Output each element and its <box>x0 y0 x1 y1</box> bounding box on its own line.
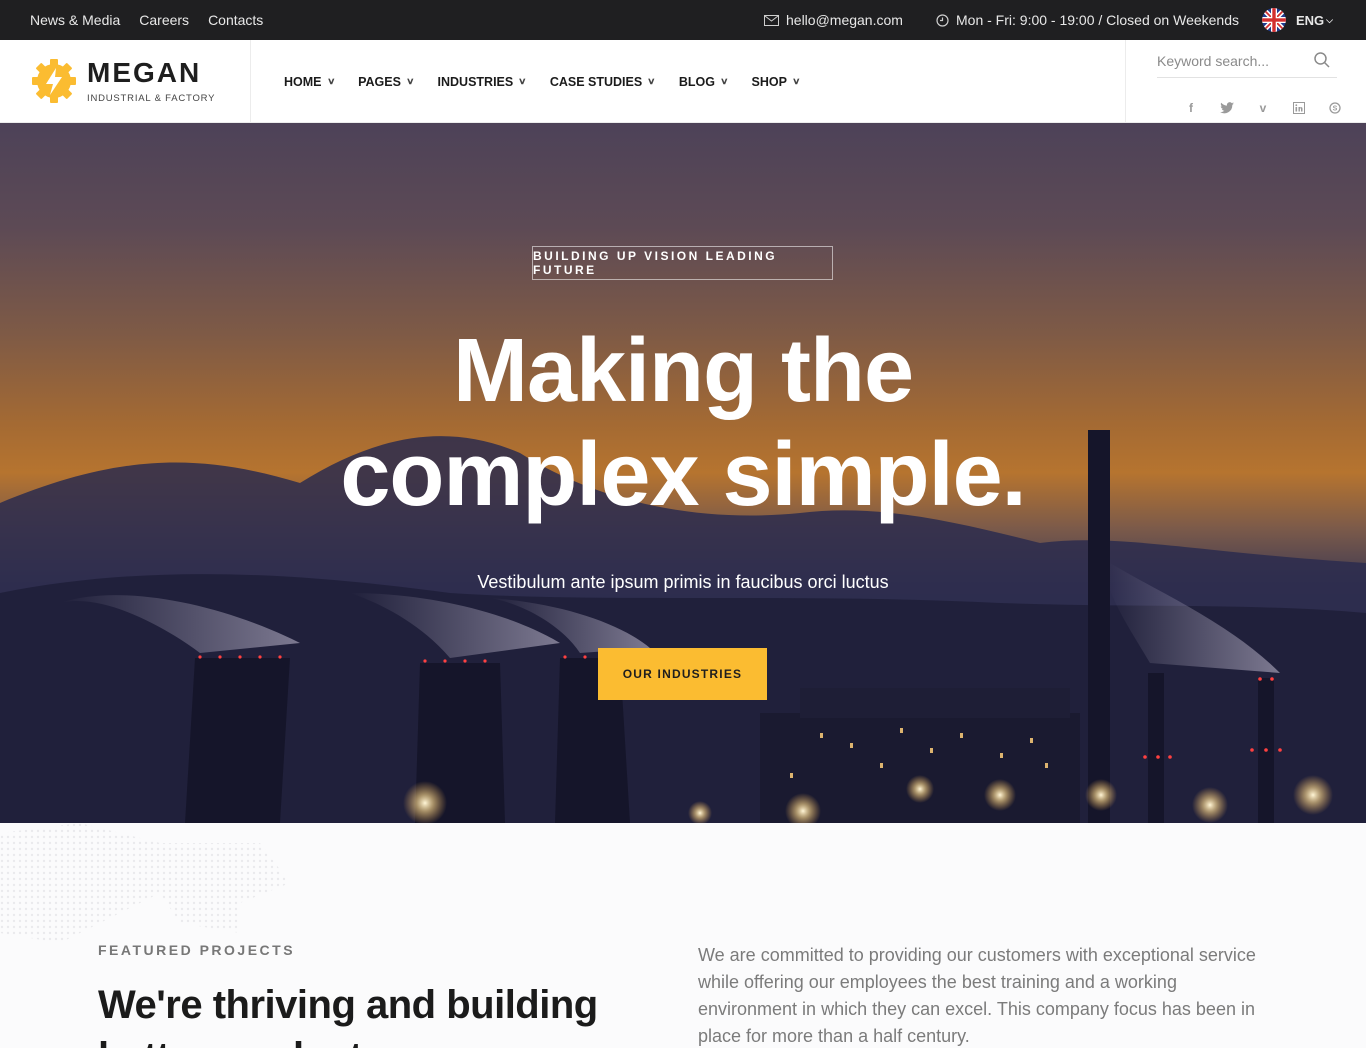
featured-heading: We're thriving and building better produ… <box>98 983 598 1048</box>
nav-item-home[interactable]: HOME ∨ <box>284 74 336 89</box>
linkedin-icon[interactable] <box>1290 100 1308 116</box>
nav-item-label: SHOP <box>751 74 787 89</box>
brand-name: MEGAN <box>87 57 202 88</box>
chevron-down-icon: ∨ <box>326 76 336 86</box>
chevron-down-icon: ∨ <box>518 76 527 86</box>
hero-title-line1: Making the <box>452 321 914 421</box>
chevron-down-icon: ∨ <box>719 76 729 86</box>
skype-icon[interactable]: S <box>1326 100 1344 116</box>
language-label[interactable]: ENG <box>1296 13 1324 28</box>
social-links: f v S <box>1182 100 1344 116</box>
featured-eyebrow: FEATURED PROJECTS <box>98 942 296 958</box>
nav-item-label: PAGES <box>358 74 401 89</box>
hero-banner: BUILDING UP VISION LEADING FUTURE Making… <box>0 123 1366 823</box>
dot-map-decoration <box>0 823 290 943</box>
top-hours: Mon - Fri: 9:00 - 19:00 / Closed on Week… <box>936 0 1239 40</box>
hero-badge: BUILDING UP VISION LEADING FUTURE <box>532 246 833 280</box>
svg-text:S: S <box>1333 106 1338 113</box>
featured-projects-section: FEATURED PROJECTS We're thriving and bui… <box>0 823 1366 1048</box>
language-selector[interactable]: ENG ⌵ <box>1262 0 1333 40</box>
main-header: MEGAN INDUSTRIAL & FACTORY HOME ∨ PAGES ∨ … <box>0 40 1366 123</box>
gear-bolt-logo-icon <box>32 59 76 103</box>
twitter-icon[interactable] <box>1218 100 1236 116</box>
uk-flag-icon <box>1262 8 1286 32</box>
nav-item-label: HOME <box>284 74 322 89</box>
nav-item-blog[interactable]: BLOG ∨ <box>678 74 729 89</box>
nav-item-industries[interactable]: INDUSTRIES ∨ <box>437 74 527 89</box>
featured-description: We are committed to providing our custom… <box>698 945 1256 1046</box>
chevron-down-icon: ∨ <box>791 76 801 86</box>
nav-item-label: INDUSTRIES <box>437 74 514 89</box>
clock-icon <box>936 13 949 27</box>
top-hours-text: Mon - Fri: 9:00 - 19:00 / Closed on Week… <box>956 12 1239 28</box>
search-input[interactable] <box>1157 48 1307 74</box>
nav-item-label: CASE STUDIES <box>549 74 643 89</box>
hero-subtitle: Vestibulum ante ipsum primis in faucibus… <box>477 572 889 592</box>
top-link-contacts[interactable]: Contacts <box>208 12 263 28</box>
chevron-down-icon: ∨ <box>405 76 415 86</box>
main-nav: HOME ∨ PAGES ∨ INDUSTRIES ∨ CASE STUDIES ∨ B… <box>284 40 824 123</box>
top-link-careers[interactable]: Careers <box>139 12 189 28</box>
mail-icon <box>764 14 779 26</box>
nav-item-pages[interactable]: PAGES ∨ <box>358 74 415 89</box>
chevron-down-icon: ⌵ <box>1326 14 1333 25</box>
our-industries-button[interactable]: OUR INDUSTRIES <box>598 648 767 700</box>
top-link-news-media[interactable]: News & Media <box>30 12 120 28</box>
nav-item-label: BLOG <box>678 74 715 89</box>
header-right: f v S <box>1125 40 1366 123</box>
nav-item-shop[interactable]: SHOP ∨ <box>751 74 801 89</box>
top-links: News & Media Careers Contacts <box>30 0 263 40</box>
logo[interactable]: MEGAN INDUSTRIAL & FACTORY <box>0 40 251 123</box>
hero-title: Making the complex simple. <box>183 319 1183 527</box>
hero-title-line2: complex simple. <box>340 425 1026 525</box>
search-box <box>1157 48 1337 78</box>
facebook-icon[interactable]: f <box>1182 100 1200 116</box>
top-bar: News & Media Careers Contacts hello@mega… <box>0 0 1366 40</box>
search-icon[interactable] <box>1313 51 1331 69</box>
brand-tagline: INDUSTRIAL & FACTORY <box>87 93 216 104</box>
nav-item-case-studies[interactable]: CASE STUDIES ∨ <box>549 74 656 89</box>
top-email-text[interactable]: hello@megan.com <box>786 12 903 28</box>
top-email[interactable]: hello@megan.com <box>764 0 903 40</box>
chevron-down-icon: ∨ <box>647 76 656 86</box>
vimeo-icon[interactable]: v <box>1254 100 1272 116</box>
